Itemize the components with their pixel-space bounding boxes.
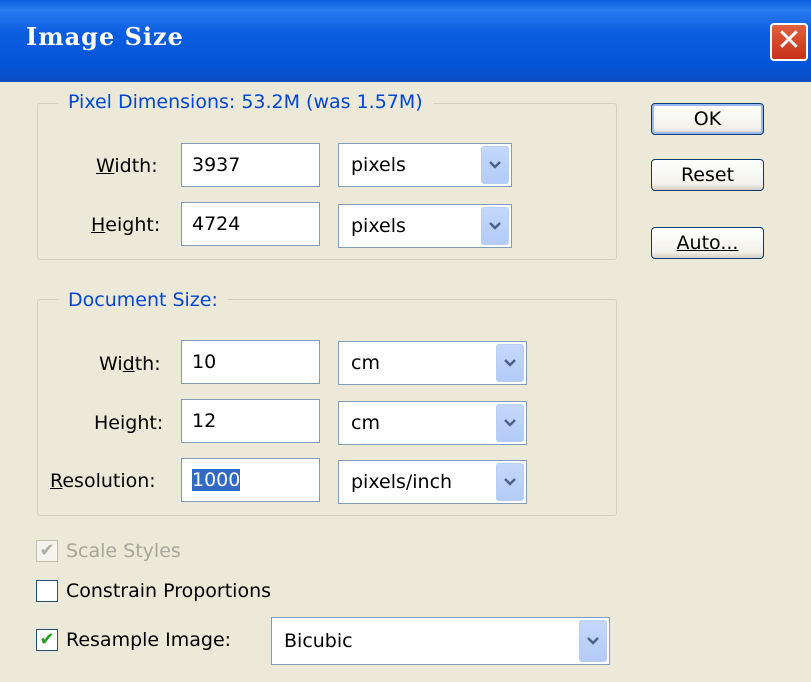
chevron-down-icon[interactable] <box>579 620 607 662</box>
pixel-width-input[interactable]: 3937 <box>181 143 320 187</box>
chevron-down-icon[interactable] <box>496 404 524 442</box>
doc-height-unit-value: cm <box>351 412 380 434</box>
auto-button[interactable]: Auto... <box>651 227 764 259</box>
pixel-height-unit-value: pixels <box>351 215 406 237</box>
pixel-height-unit-select[interactable]: pixels <box>338 204 512 248</box>
doc-height-label: Height: <box>94 412 164 434</box>
doc-width-unit-value: cm <box>351 352 380 374</box>
pixel-height-input[interactable]: 4724 <box>181 202 320 246</box>
resample-image-label: Resample Image: <box>66 629 232 651</box>
window-title: Image Size <box>26 22 184 51</box>
resolution-label: Resolution: <box>50 470 156 492</box>
scale-styles-label: Scale Styles <box>66 540 181 562</box>
underline-w: W <box>96 155 115 177</box>
title-bar[interactable]: Image Size ✕ <box>0 0 811 82</box>
chevron-down-icon[interactable] <box>496 463 524 501</box>
reset-button[interactable]: Reset <box>651 159 764 191</box>
underline-d: d <box>122 353 135 375</box>
constrain-proportions-checkbox[interactable] <box>36 580 58 602</box>
scale-styles-checkbox[interactable]: ✔ <box>36 540 58 562</box>
underline-h: H <box>91 214 106 236</box>
pixel-dimensions-legend: Pixel Dimensions: 53.2M (was 1.57M) <box>58 91 433 113</box>
pixel-height-label: Height: <box>91 214 161 236</box>
chevron-down-icon[interactable] <box>481 207 509 245</box>
pixel-width-unit-select[interactable]: pixels <box>338 143 512 187</box>
doc-width-input[interactable]: 10 <box>181 340 320 384</box>
doc-height-unit-select[interactable]: cm <box>338 401 527 445</box>
pixel-width-unit-value: pixels <box>351 154 406 176</box>
chevron-down-icon[interactable] <box>481 146 509 184</box>
underline-g: g <box>125 412 138 434</box>
document-size-legend: Document Size: <box>58 289 228 311</box>
resolution-input[interactable]: 1000 <box>181 458 320 502</box>
resample-method-value: Bicubic <box>284 630 353 652</box>
doc-width-label: Width: <box>99 353 161 375</box>
resolution-unit-value: pixels/inch <box>351 471 453 493</box>
resolution-unit-select[interactable]: pixels/inch <box>338 460 527 504</box>
resolution-selected-text: 1000 <box>192 469 241 491</box>
doc-width-unit-select[interactable]: cm <box>338 341 527 385</box>
image-size-dialog: Image Size ✕ Pixel Dimensions: 53.2M (wa… <box>0 0 811 682</box>
resample-method-select[interactable]: Bicubic <box>271 617 610 665</box>
chevron-down-icon[interactable] <box>496 344 524 382</box>
auto-button-label: Auto... <box>676 232 739 254</box>
close-button[interactable]: ✕ <box>770 23 808 61</box>
resample-image-checkbox[interactable]: ✔ <box>36 629 58 651</box>
ok-button[interactable]: OK <box>651 103 764 135</box>
pixel-width-label: Width: <box>96 155 158 177</box>
constrain-proportions-label: Constrain Proportions <box>66 580 272 602</box>
underline-r: R <box>50 470 63 492</box>
pixel-dimensions-group <box>37 103 617 260</box>
doc-height-input[interactable]: 12 <box>181 399 320 443</box>
